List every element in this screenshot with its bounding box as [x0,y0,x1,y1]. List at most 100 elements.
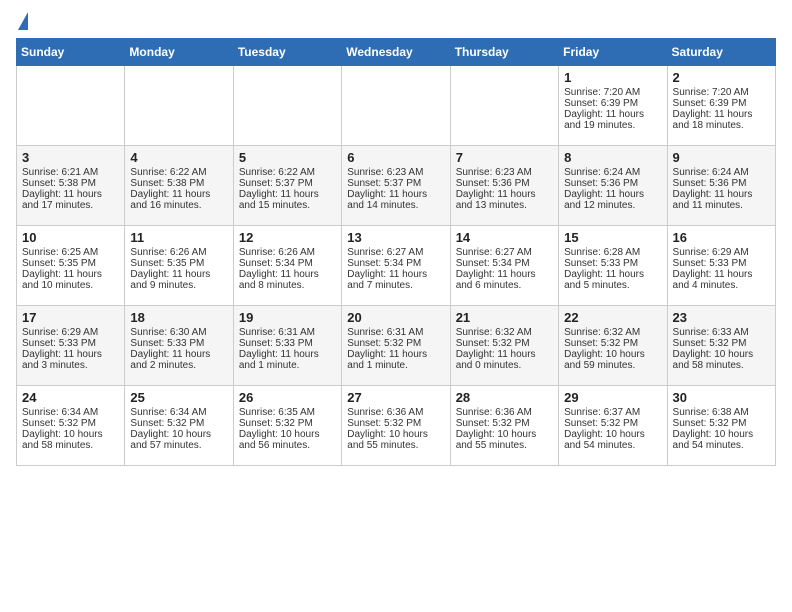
calendar-cell: 29Sunrise: 6:37 AMSunset: 5:32 PMDayligh… [559,386,667,466]
day-info: Sunrise: 6:27 AM [456,247,553,258]
day-number: 25 [130,390,227,405]
calendar-cell: 17Sunrise: 6:29 AMSunset: 5:33 PMDayligh… [17,306,125,386]
day-info: Sunrise: 6:23 AM [347,167,444,178]
day-info: Sunset: 5:32 PM [564,338,661,349]
day-info: Sunset: 5:38 PM [22,178,119,189]
day-info: Sunrise: 6:35 AM [239,407,336,418]
day-info: Sunrise: 6:24 AM [564,167,661,178]
day-info: Sunset: 5:33 PM [22,338,119,349]
day-info: Sunrise: 6:33 AM [673,327,770,338]
calendar-cell: 4Sunrise: 6:22 AMSunset: 5:38 PMDaylight… [125,146,233,226]
day-number: 11 [130,230,227,245]
day-info: Sunset: 5:37 PM [347,178,444,189]
day-info: Sunrise: 6:34 AM [130,407,227,418]
day-info: Sunset: 5:32 PM [673,338,770,349]
calendar-cell: 25Sunrise: 6:34 AMSunset: 5:32 PMDayligh… [125,386,233,466]
calendar-cell: 12Sunrise: 6:26 AMSunset: 5:34 PMDayligh… [233,226,341,306]
calendar-cell: 20Sunrise: 6:31 AMSunset: 5:32 PMDayligh… [342,306,450,386]
day-info: Daylight: 11 hours and 14 minutes. [347,189,444,211]
day-number: 19 [239,310,336,325]
day-info: Daylight: 10 hours and 54 minutes. [564,429,661,451]
calendar-cell: 7Sunrise: 6:23 AMSunset: 5:36 PMDaylight… [450,146,558,226]
day-number: 18 [130,310,227,325]
day-number: 10 [22,230,119,245]
day-info: Sunset: 5:32 PM [239,418,336,429]
day-number: 2 [673,70,770,85]
day-info: Sunset: 5:33 PM [564,258,661,269]
day-info: Sunrise: 6:22 AM [239,167,336,178]
page-header [16,16,776,30]
day-info: Sunset: 5:32 PM [673,418,770,429]
day-info: Sunrise: 7:20 AM [673,87,770,98]
day-number: 30 [673,390,770,405]
day-info: Daylight: 11 hours and 18 minutes. [673,109,770,131]
calendar-cell: 14 Sunrise: 6:27 AMSunset: 5:34 PMDayligh… [450,226,558,306]
day-info: Daylight: 11 hours and 7 minutes. [347,269,444,291]
calendar-cell [233,66,341,146]
day-info: Daylight: 11 hours and 3 minutes. [22,349,119,371]
day-info: Sunset: 5:34 PM [456,258,553,269]
day-number: 29 [564,390,661,405]
day-info: Sunset: 5:36 PM [456,178,553,189]
day-info: Sunrise: 6:32 AM [456,327,553,338]
calendar-cell: 15Sunrise: 6:28 AMSunset: 5:33 PMDayligh… [559,226,667,306]
day-info: Daylight: 11 hours and 10 minutes. [22,269,119,291]
day-info: Daylight: 10 hours and 54 minutes. [673,429,770,451]
day-number: 15 [564,230,661,245]
col-header-wednesday: Wednesday [342,39,450,66]
day-number: 7 [456,150,553,165]
calendar-cell: 24Sunrise: 6:34 AMSunset: 5:32 PMDayligh… [17,386,125,466]
day-info: Sunrise: 6:37 AM [564,407,661,418]
day-info: Sunrise: 7:20 AM [564,87,661,98]
day-info: Sunset: 5:32 PM [456,418,553,429]
day-number: 12 [239,230,336,245]
day-info: Daylight: 11 hours and 8 minutes. [239,269,336,291]
logo [16,16,28,30]
day-number: 16 [673,230,770,245]
col-header-monday: Monday [125,39,233,66]
day-info: Sunset: 6:39 PM [564,98,661,109]
day-info: Daylight: 11 hours and 6 minutes. [456,269,553,291]
col-header-thursday: Thursday [450,39,558,66]
day-info: Sunrise: 6:30 AM [130,327,227,338]
day-number: 13 [347,230,444,245]
day-number: 4 [130,150,227,165]
day-info: Daylight: 11 hours and 17 minutes. [22,189,119,211]
day-info: Sunset: 5:32 PM [347,418,444,429]
calendar-cell: 9Sunrise: 6:24 AMSunset: 5:36 PMDaylight… [667,146,775,226]
calendar-cell [17,66,125,146]
day-info: Sunrise: 6:36 AM [456,407,553,418]
calendar-cell: 22Sunrise: 6:32 AMSunset: 5:32 PMDayligh… [559,306,667,386]
day-info: Daylight: 10 hours and 56 minutes. [239,429,336,451]
day-info: Sunrise: 6:21 AM [22,167,119,178]
day-info: Sunrise: 6:26 AM [130,247,227,258]
col-header-sunday: Sunday [17,39,125,66]
day-number: 21 [456,310,553,325]
day-info: Daylight: 11 hours and 11 minutes. [673,189,770,211]
day-number: 20 [347,310,444,325]
calendar-cell: 1Sunrise: 7:20 AMSunset: 6:39 PMDaylight… [559,66,667,146]
day-number: 28 [456,390,553,405]
day-info: Daylight: 11 hours and 1 minute. [347,349,444,371]
day-info: Daylight: 11 hours and 9 minutes. [130,269,227,291]
calendar-cell: 21Sunrise: 6:32 AMSunset: 5:32 PMDayligh… [450,306,558,386]
day-info: Sunset: 5:32 PM [347,338,444,349]
day-info: Daylight: 11 hours and 0 minutes. [456,349,553,371]
day-info: Sunset: 5:35 PM [22,258,119,269]
day-info: Sunrise: 6:24 AM [673,167,770,178]
day-info: Daylight: 10 hours and 59 minutes. [564,349,661,371]
day-number: 23 [673,310,770,325]
day-info: Sunset: 5:38 PM [130,178,227,189]
day-info: Daylight: 11 hours and 4 minutes. [673,269,770,291]
day-info: Daylight: 11 hours and 5 minutes. [564,269,661,291]
day-info: Sunset: 5:36 PM [673,178,770,189]
day-info: Sunrise: 6:29 AM [673,247,770,258]
calendar-cell: 11Sunrise: 6:26 AMSunset: 5:35 PMDayligh… [125,226,233,306]
calendar-cell: 27Sunrise: 6:36 AMSunset: 5:32 PMDayligh… [342,386,450,466]
calendar-cell [450,66,558,146]
day-number: 3 [22,150,119,165]
calendar-cell: 3 Sunrise: 6:21 AMSunset: 5:38 PMDaylight… [17,146,125,226]
day-number: 14 [456,230,553,245]
day-number: 27 [347,390,444,405]
day-info: Daylight: 10 hours and 57 minutes. [130,429,227,451]
